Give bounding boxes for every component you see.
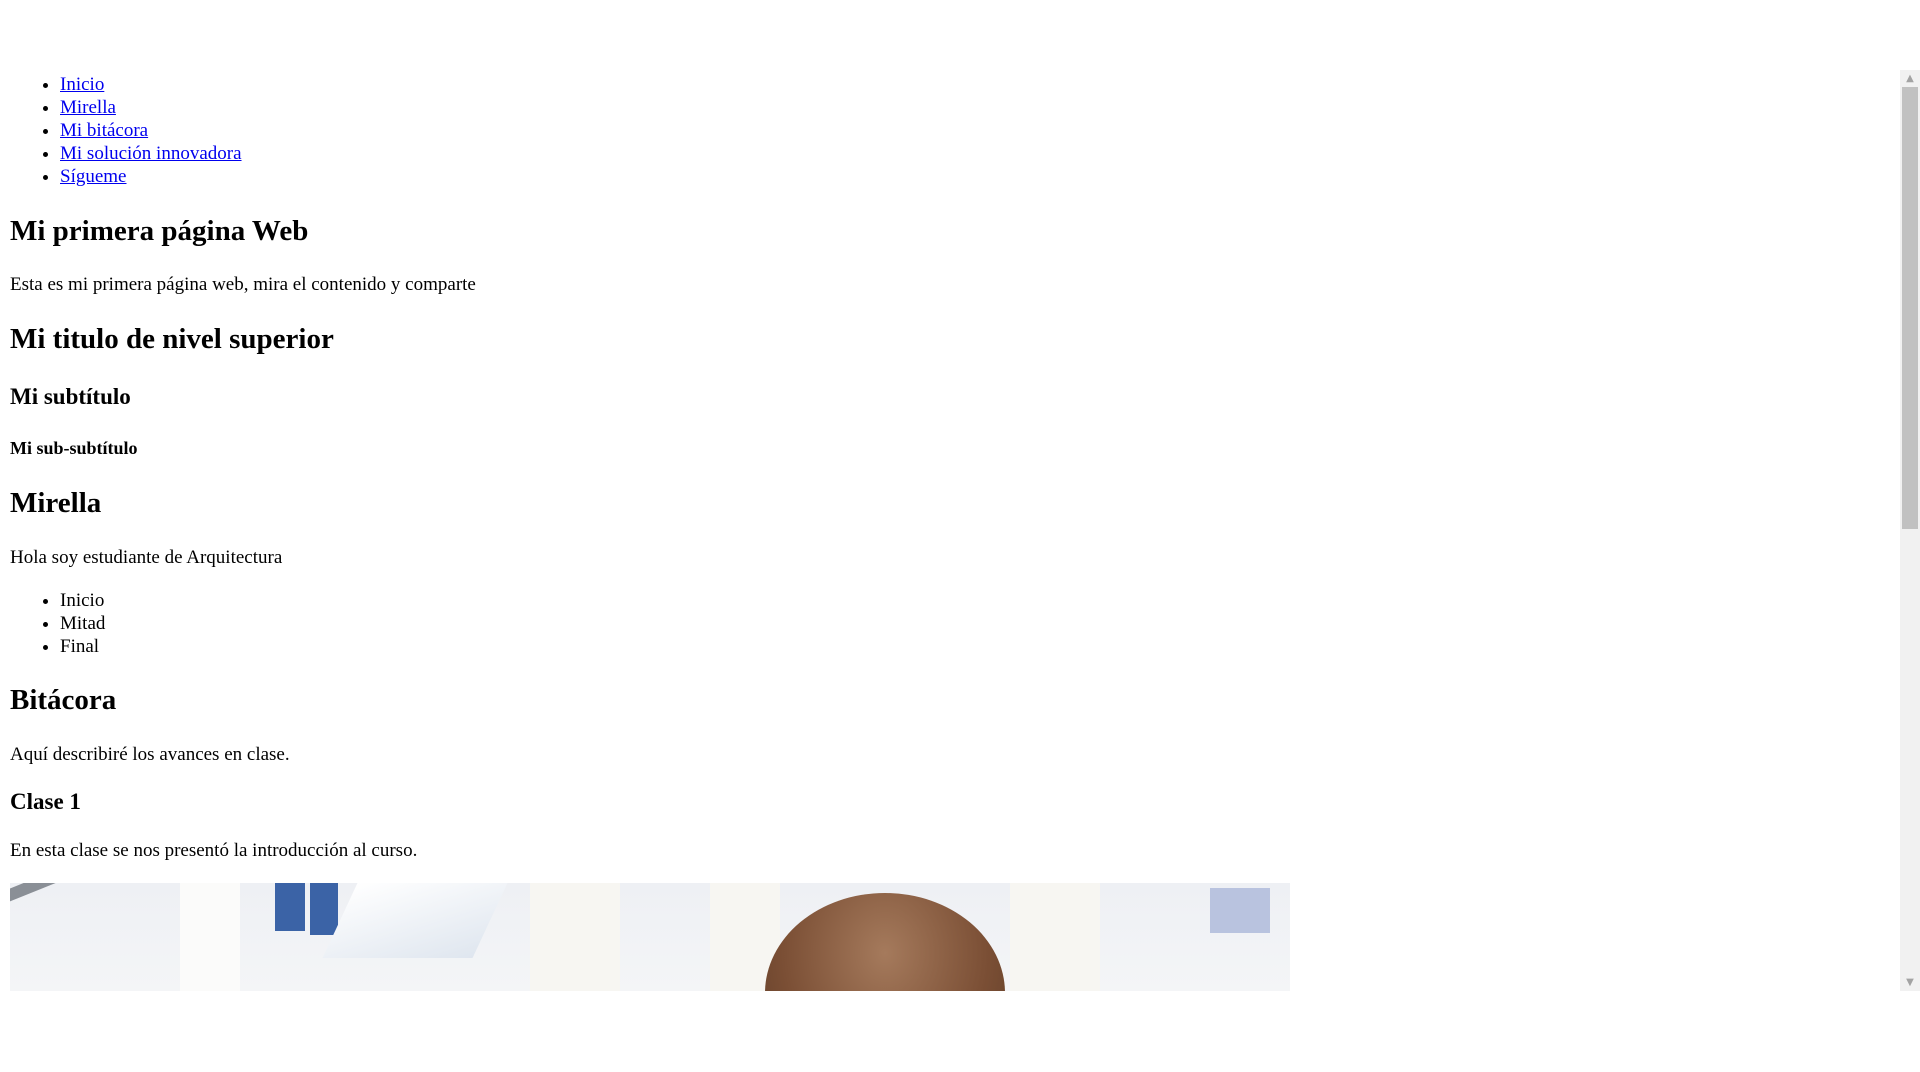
scrollbar-thumb[interactable] <box>1902 87 1918 529</box>
photo-background <box>1010 883 1100 991</box>
list-item: Inicio <box>60 589 105 612</box>
mirella-list: Inicio Mitad Final <box>10 589 105 658</box>
photo-background <box>310 883 338 935</box>
photo-background <box>275 883 305 931</box>
nav-item-mirella: Mirella <box>60 96 242 119</box>
nav-link-bitacora[interactable]: Mi bitácora <box>60 120 148 141</box>
nav-link-solucion[interactable]: Mi solución innovadora <box>60 143 242 164</box>
page-title: Mi primera página Web <box>10 215 309 247</box>
nav-item-sigueme: Sígueme <box>60 165 242 188</box>
nav-link-mirella[interactable]: Mirella <box>60 97 116 118</box>
photo-background <box>530 883 620 991</box>
clase1-text: En esta clase se nos presentó la introdu… <box>10 840 418 861</box>
scroll-up-icon[interactable]: ▲ <box>1900 70 1920 87</box>
photo-person <box>765 893 1005 991</box>
list-item: Mitad <box>60 612 105 635</box>
bitacora-heading: Bitácora <box>10 684 117 716</box>
nav-link-inicio[interactable]: Inicio <box>60 74 104 95</box>
main-nav: Inicio Mirella Mi bitácora Mi solución i… <box>10 73 242 188</box>
mirella-text: Hola soy estudiante de Arquitectura <box>10 547 283 568</box>
subtitle: Mi subtítulo <box>10 384 131 409</box>
photo-lamp <box>10 883 160 905</box>
photo-paper <box>322 883 508 958</box>
heading-superior: Mi titulo de nivel superior <box>10 323 334 355</box>
nav-item-inicio: Inicio <box>60 73 242 96</box>
page-viewport: Inicio Mirella Mi bitácora Mi solución i… <box>0 70 1920 991</box>
clase1-heading: Clase 1 <box>10 789 81 814</box>
list-item: Final <box>60 635 105 658</box>
intro-text: Esta es mi primera página web, mira el c… <box>10 274 476 295</box>
photo-background <box>180 883 240 991</box>
photo-background <box>1210 888 1270 933</box>
nav-item-solucion: Mi solución innovadora <box>60 142 242 165</box>
bitacora-text: Aquí describiré los avances en clase. <box>10 744 290 765</box>
nav-link-sigueme[interactable]: Sígueme <box>60 166 127 187</box>
class-photo <box>10 883 1290 991</box>
vertical-scrollbar[interactable]: ▲ ▼ <box>1900 70 1920 991</box>
mirella-heading: Mirella <box>10 487 102 519</box>
sub-subtitle: Mi sub-subtítulo <box>10 438 138 458</box>
scroll-down-icon[interactable]: ▼ <box>1900 974 1920 991</box>
nav-item-bitacora: Mi bitácora <box>60 119 242 142</box>
